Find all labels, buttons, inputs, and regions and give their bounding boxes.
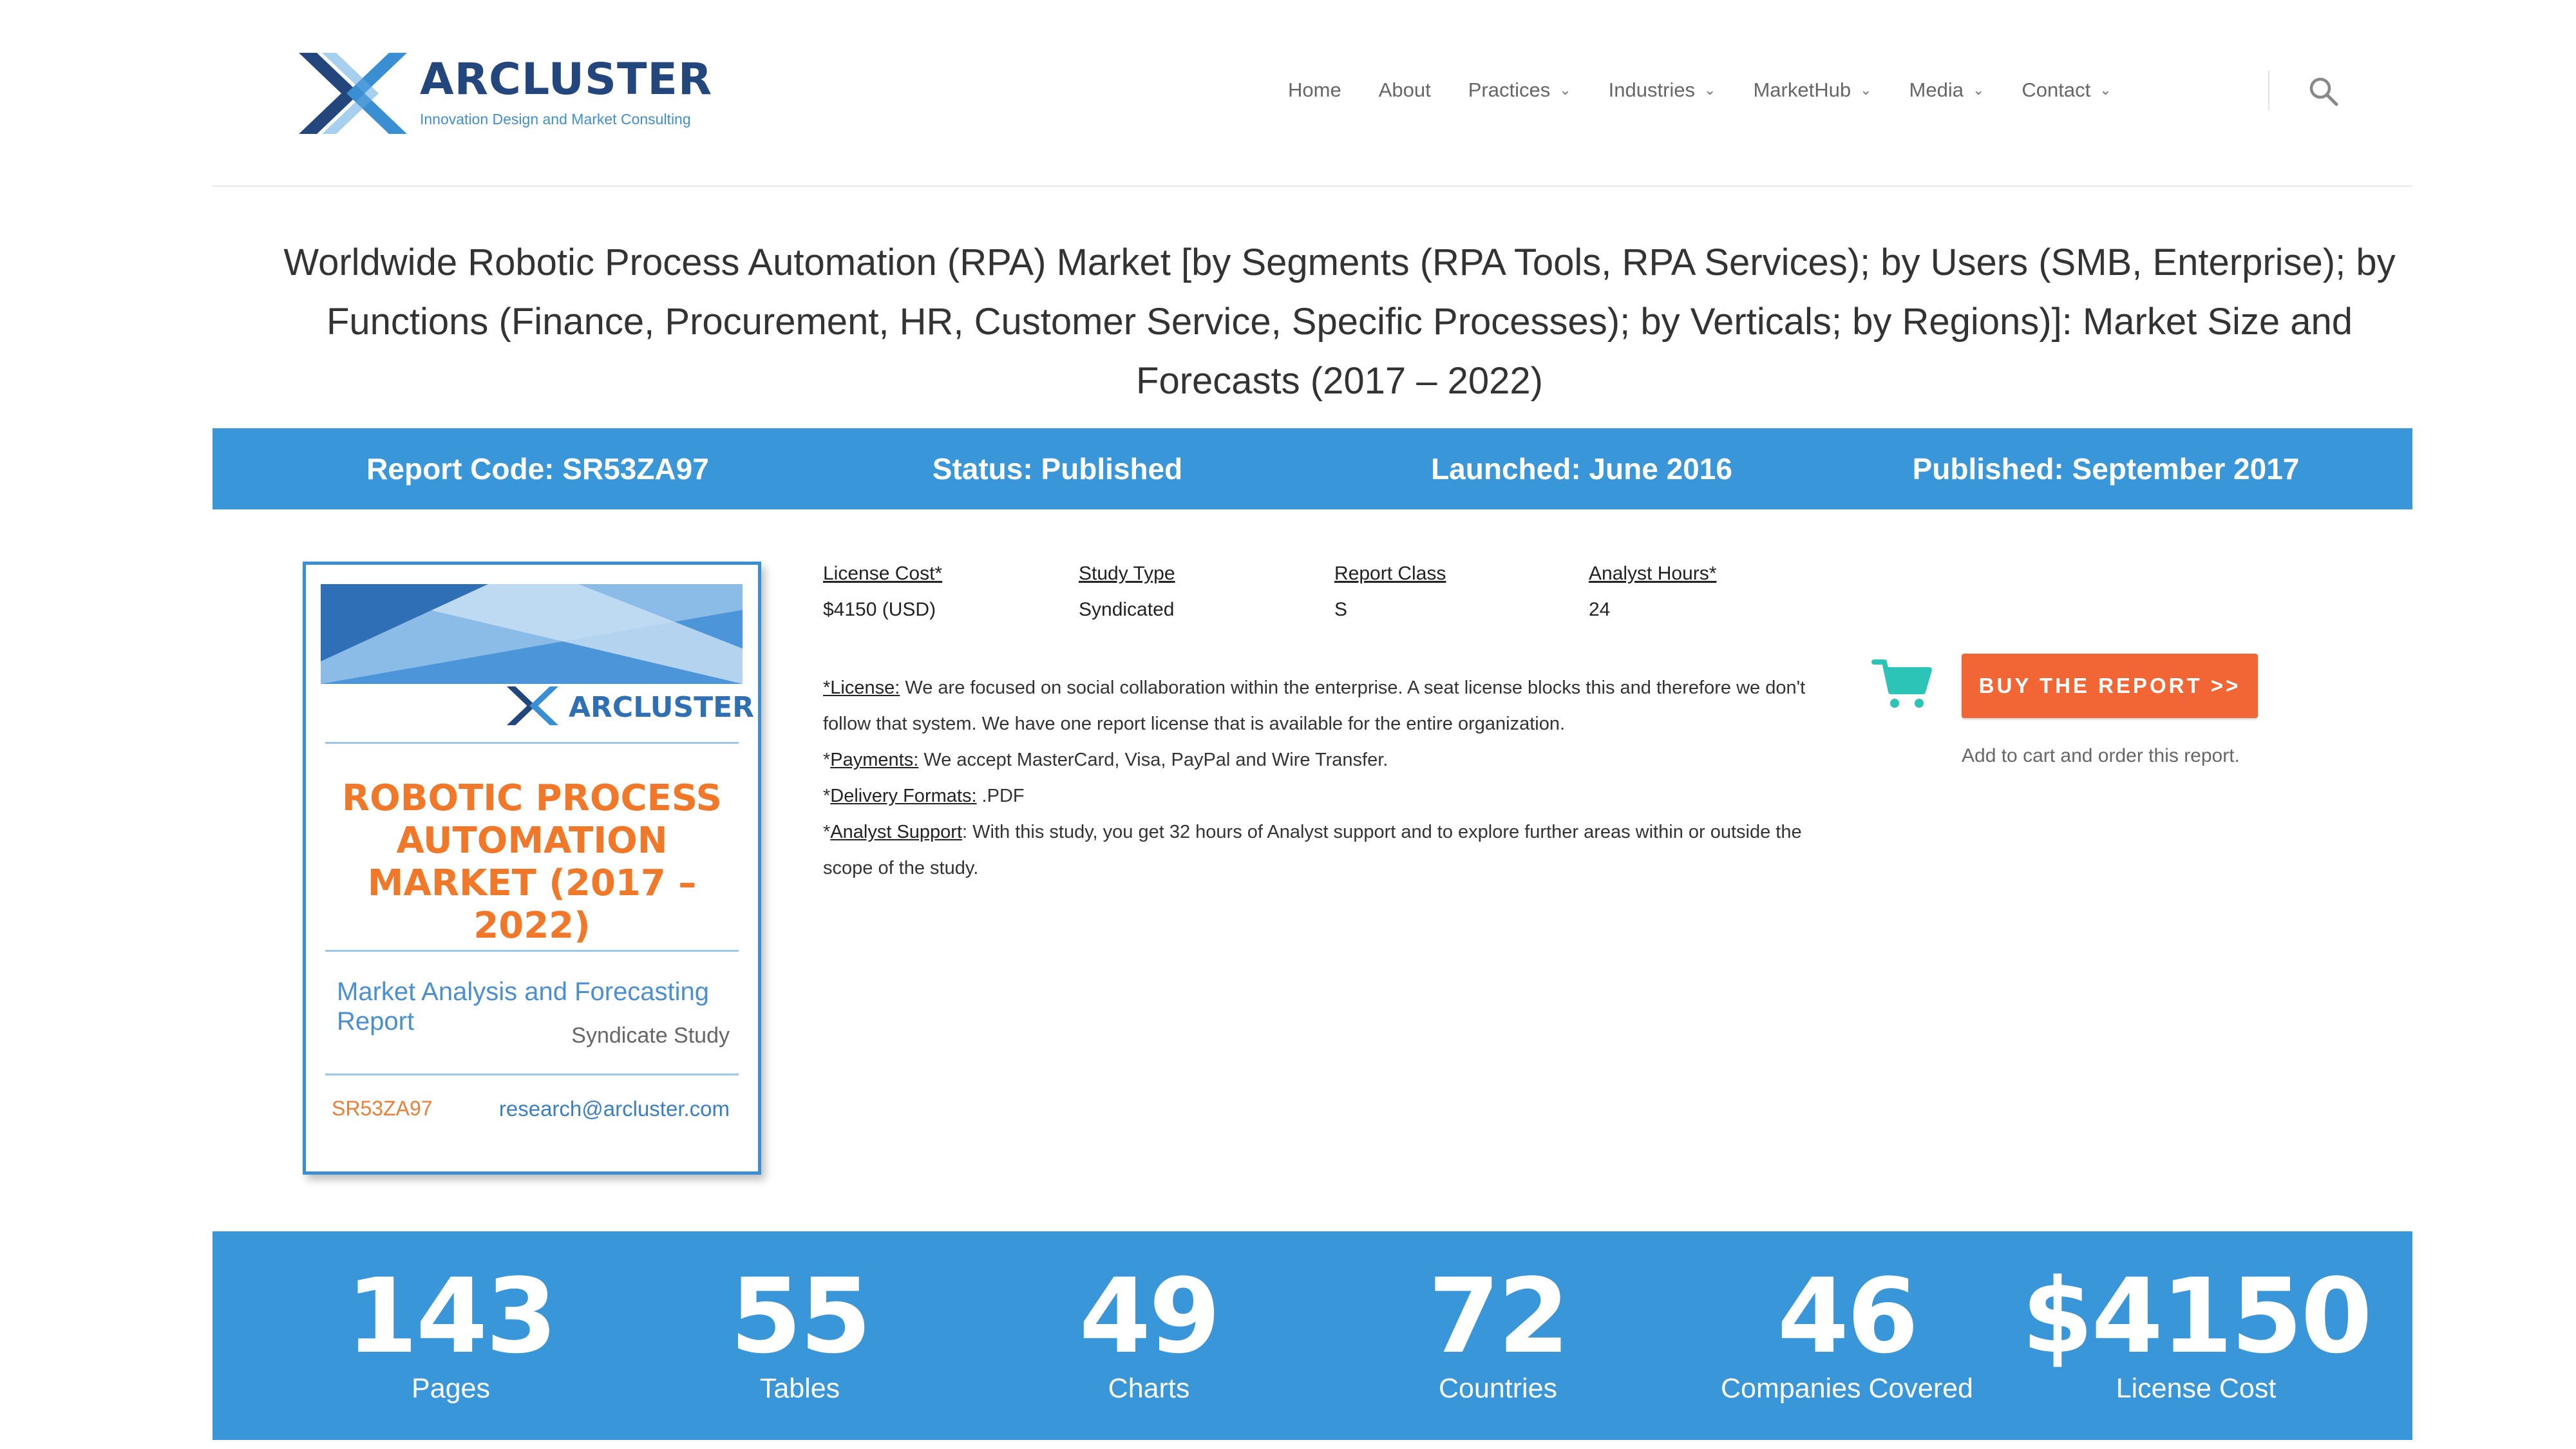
stat-companies: 46 Companies Covered [1667,1231,2027,1406]
license-cost-header: License Cost* [823,563,943,584]
nav-media[interactable]: Media ⌄ [1909,79,1985,102]
cover-report-code: SR53ZA97 [332,1097,433,1120]
stat-label: Pages [412,1373,490,1404]
nav-contact[interactable]: Contact ⌄ [2022,79,2111,102]
nav-industries[interactable]: Industries ⌄ [1609,79,1716,102]
chevron-down-icon: ⌄ [1972,82,1985,98]
stat-label: Charts [1108,1373,1190,1404]
cover-study-type: Syndicate Study [571,1023,730,1048]
stat-tables: 55 Tables [620,1231,980,1406]
nav-contact-label: Contact [2022,79,2091,101]
support-note-text: : With this study, you get 32 hours of A… [823,822,1802,878]
nav-divider [2268,71,2269,111]
nav-home-label: Home [1288,79,1341,101]
header-divider [213,185,2412,187]
delivery-note-text: .PDF [976,786,1025,806]
cover-email: research@arcluster.com [498,1097,730,1121]
report-launched: Launched: June 2016 [1431,452,1732,486]
cover-title: ROBOTIC PROCESS AUTOMATION MARKET (2017 … [306,777,758,947]
nav-home[interactable]: Home [1288,79,1341,102]
report-published: Published: September 2017 [1912,452,2300,486]
brand-name[interactable]: ARCLUSTER [420,54,712,105]
stat-value: 49 [1079,1256,1221,1376]
search-icon[interactable] [2307,75,2340,108]
chevron-down-icon: ⌄ [2099,82,2112,98]
report-status: Status: Published [932,452,1183,486]
license-note-text: We are focused on social collaboration w… [823,677,1806,734]
stat-label: Countries [1438,1373,1558,1404]
page-title: Worldwide Robotic Process Automation (RP… [283,242,2396,402]
stat-value: 72 [1428,1256,1570,1376]
nav-media-label: Media [1909,79,1964,101]
buy-report-button[interactable]: BUY THE REPORT >> [1962,654,2258,718]
nav-about-label: About [1378,79,1431,101]
nav-about[interactable]: About [1379,79,1431,102]
support-note: *Analyst Support: With this study, you g… [823,814,1815,886]
report-code: Report Code: SR53ZA97 [366,452,709,486]
cover-divider [325,1074,739,1075]
stat-value: 46 [1777,1256,1919,1376]
cover-brand-name: ARCLUSTER [569,691,755,724]
stat-label: Companies Covered [1721,1373,1973,1404]
stat-charts: 49 Charts [969,1231,1329,1406]
cover-title-line: MARKET (2017 – 2022) [367,862,697,947]
chevron-down-icon: ⌄ [1559,82,1571,98]
chevron-down-icon: ⌄ [1860,82,1872,98]
buy-caption: Add to cart and order this report. [1962,745,2240,766]
delivery-note-key: Delivery Formats: [830,786,977,806]
note-prefix: * [823,786,831,806]
stat-license-cost: $4150 License Cost [2016,1231,2376,1406]
stat-value: 143 [346,1256,558,1376]
nav-practices-label: Practices [1468,79,1551,101]
analyst-hours-header: Analyst Hours* [1589,563,1717,584]
payments-note-key: Payments: [830,750,919,770]
stat-countries: 72 Countries [1318,1231,1678,1406]
cover-divider [325,950,739,952]
payments-note-text: We accept MasterCard, Visa, PayPal and W… [918,750,1388,770]
nav-markethub-label: MarketHub [1753,79,1852,101]
cover-title-line: AUTOMATION [396,820,668,862]
cover-title-line: ROBOTIC PROCESS [342,777,722,819]
report-class-header: Report Class [1334,563,1446,584]
support-note-key: Analyst Support [830,822,963,842]
stat-pages: 143 Pages [270,1231,631,1406]
note-prefix: * [823,822,831,842]
chevron-down-icon: ⌄ [1704,82,1716,98]
report-info-bar: Report Code: SR53ZA97 Status: Published … [213,428,2412,509]
license-note-key: *License: [823,677,900,698]
report-notes: *License: We are focused on social colla… [823,670,1815,886]
stat-label: Tables [759,1373,840,1404]
shopping-cart-icon[interactable] [1871,657,1933,710]
study-type-value: Syndicated [1079,599,1175,620]
nav-practices[interactable]: Practices ⌄ [1468,79,1571,102]
brand-tagline: Innovation Design and Market Consulting [420,111,691,128]
delivery-note: *Delivery Formats: .PDF [823,778,1815,814]
cover-logo-icon [506,686,559,726]
cover-banner-graphic [321,584,743,684]
main-nav: Home About Practices ⌄ Industries ⌄ Market… [1288,76,2149,104]
stat-value: 55 [730,1256,872,1376]
study-type-header: Study Type [1079,563,1175,584]
analyst-hours-value: 24 [1589,599,1611,620]
nav-industries-label: Industries [1608,79,1696,101]
arcluster-logo-icon[interactable] [298,50,408,137]
payments-note: *Payments: We accept MasterCard, Visa, P… [823,742,1815,778]
license-note: *License: We are focused on social colla… [823,670,1815,742]
report-stats-bar: 143 Pages 55 Tables 49 Charts 72 Countri… [213,1231,2412,1440]
report-class-value: S [1334,599,1348,620]
nav-markethub[interactable]: MarketHub ⌄ [1753,79,1871,102]
cover-divider [325,742,739,744]
stat-value: $4150 [2022,1256,2372,1376]
note-prefix: * [823,750,831,770]
report-cover-image[interactable]: ARCLUSTER ROBOTIC PROCESS AUTOMATION MAR… [303,562,761,1175]
license-cost-value: $4150 (USD) [823,599,936,620]
